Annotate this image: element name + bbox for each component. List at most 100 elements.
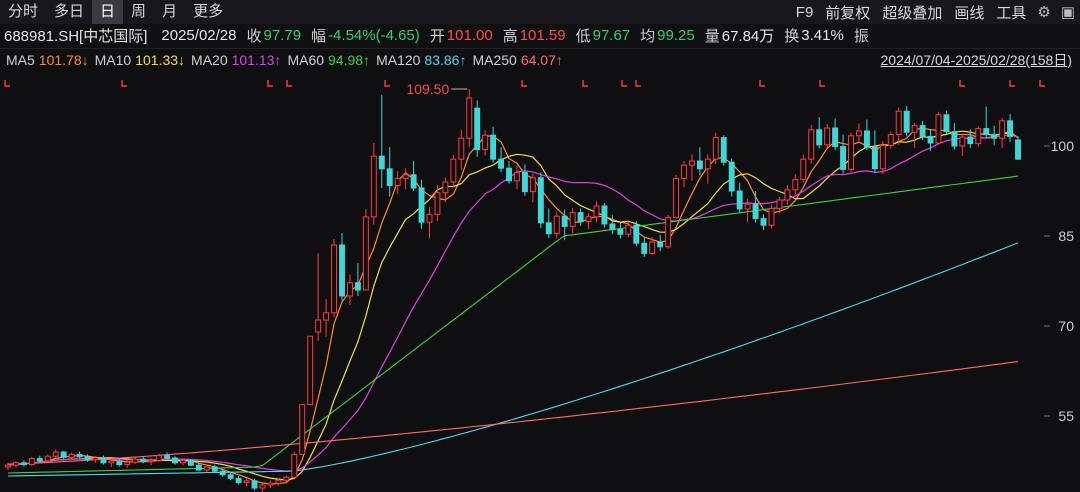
candle-body-11 — [92, 457, 99, 461]
candle-body-70 — [561, 215, 568, 227]
candle-body-38 — [307, 335, 314, 406]
turnover-value: 3.41% — [801, 26, 844, 44]
ma-line-ma60 — [7, 175, 1019, 474]
candle-body-14 — [116, 460, 123, 466]
period-toolbar: 分时 多日 日 周 月 更多 F9 前复权 超级叠加 画线 工具 ⚙ ▣ — [0, 0, 1080, 24]
f9-button[interactable]: F9 — [790, 4, 820, 21]
candle-body-119 — [951, 131, 958, 147]
candle-body-7 — [60, 451, 67, 458]
candle-body-108 — [863, 130, 870, 148]
event-marker-5 — [521, 80, 527, 87]
candle-body-98 — [784, 189, 791, 201]
avg-label: 均 — [640, 27, 656, 45]
candle-body-107 — [855, 130, 862, 137]
candle-body-18 — [148, 459, 155, 463]
candle-body-86 — [688, 160, 695, 166]
adjust-price-button[interactable]: 前复权 — [819, 2, 876, 23]
amplitude-label: 振 — [853, 27, 869, 45]
candle-body-32 — [259, 484, 266, 489]
event-marker-12 — [1009, 80, 1015, 87]
quote-bar: 688981.SH[中芯国际] 2025/02/28 收 97.79 幅 -4.… — [0, 24, 1080, 46]
candle-body-57 — [458, 137, 465, 160]
candle-body-35 — [283, 476, 290, 481]
y-tick-label-3: 100 — [1051, 138, 1075, 154]
tools-button[interactable]: 工具 — [990, 2, 1032, 23]
candle-body-16 — [132, 458, 139, 463]
candle-body-95 — [760, 218, 767, 226]
candle-body-97 — [776, 199, 783, 209]
candle-body-103 — [824, 127, 831, 146]
overlay-button[interactable]: 超级叠加 — [876, 2, 948, 23]
tab-weekly[interactable]: 周 — [123, 0, 154, 24]
candle-body-59 — [474, 107, 481, 151]
candle-body-92 — [736, 190, 743, 210]
ma-line-ma120 — [7, 242, 1019, 477]
candle-body-9 — [76, 453, 83, 458]
candle-body-56 — [450, 158, 457, 183]
candle-body-101 — [808, 129, 815, 160]
tab-monthly[interactable]: 月 — [154, 0, 185, 24]
tile-icon[interactable]: ▣ — [1056, 3, 1080, 21]
candle-body-74 — [593, 205, 600, 218]
tab-intraday[interactable]: 分时 — [0, 0, 46, 24]
close-value: 97.79 — [263, 26, 302, 44]
candle-body-22 — [179, 459, 186, 464]
date-range[interactable]: 2024/07/04-2025/02/28(158日) — [881, 50, 1072, 70]
candle-body-76 — [609, 223, 616, 230]
candle-body-31 — [251, 480, 258, 489]
candle-body-24 — [195, 464, 202, 471]
tab-more[interactable]: 更多 — [185, 0, 231, 24]
low-value: 97.67 — [592, 26, 631, 44]
candle-body-15 — [124, 461, 131, 466]
high-label: 高 — [502, 27, 518, 45]
candle-body-3 — [28, 458, 35, 466]
candle-body-83 — [665, 216, 672, 248]
candle-body-102 — [816, 129, 823, 146]
candle-body-29 — [235, 477, 242, 484]
candle-body-64 — [514, 171, 520, 182]
avg-value: 99.25 — [657, 26, 695, 44]
candle-body-0 — [5, 464, 11, 468]
candle-body-112 — [895, 110, 902, 136]
candle-body-115 — [919, 125, 926, 137]
candle-body-46 — [370, 155, 377, 218]
open-value: 101.00 — [446, 26, 493, 44]
candle-body-51 — [410, 174, 417, 189]
candle-body-61 — [490, 134, 497, 160]
ma5-value: 101.78↓ — [38, 52, 89, 68]
candlestick-chart[interactable]: 557085100109.5042.40 — [0, 72, 1080, 492]
ma60-legend: MA60 94.98↑ — [287, 52, 371, 68]
candle-body-99 — [792, 179, 799, 191]
candle-body-124 — [991, 134, 998, 139]
event-marker-0 — [4, 80, 10, 87]
candle-body-47 — [378, 155, 385, 170]
candle-body-30 — [243, 480, 250, 484]
candle-body-25 — [203, 466, 210, 471]
candle-body-87 — [696, 160, 703, 170]
candle-body-106 — [848, 135, 854, 170]
candle-body-62 — [498, 158, 505, 169]
candle-body-79 — [633, 224, 640, 244]
change-value: -4.54%(-4.65) — [328, 26, 420, 44]
tab-multi-day[interactable]: 多日 — [46, 0, 92, 24]
candle-body-113 — [903, 110, 910, 133]
candle-body-40 — [323, 312, 330, 321]
close-label: 收 — [246, 27, 262, 45]
ma120-value: 83.86↑ — [424, 52, 467, 68]
high-value: 101.59 — [519, 26, 566, 44]
event-marker-13 — [1039, 80, 1045, 87]
draw-line-button[interactable]: 画线 — [948, 2, 990, 23]
gear-icon[interactable]: ⚙ — [1032, 3, 1055, 21]
candle-body-36 — [291, 453, 298, 478]
candle-body-28 — [227, 474, 234, 479]
candle-body-63 — [506, 167, 512, 182]
candle-body-19 — [156, 455, 163, 461]
candle-body-89 — [712, 137, 719, 160]
candle-body-44 — [354, 282, 361, 291]
candle-body-122 — [975, 128, 982, 145]
candle-body-126 — [1007, 120, 1014, 137]
candle-body-37 — [299, 404, 306, 455]
tab-daily[interactable]: 日 — [92, 0, 124, 24]
candle-body-55 — [442, 181, 449, 194]
candle-body-73 — [585, 216, 592, 223]
